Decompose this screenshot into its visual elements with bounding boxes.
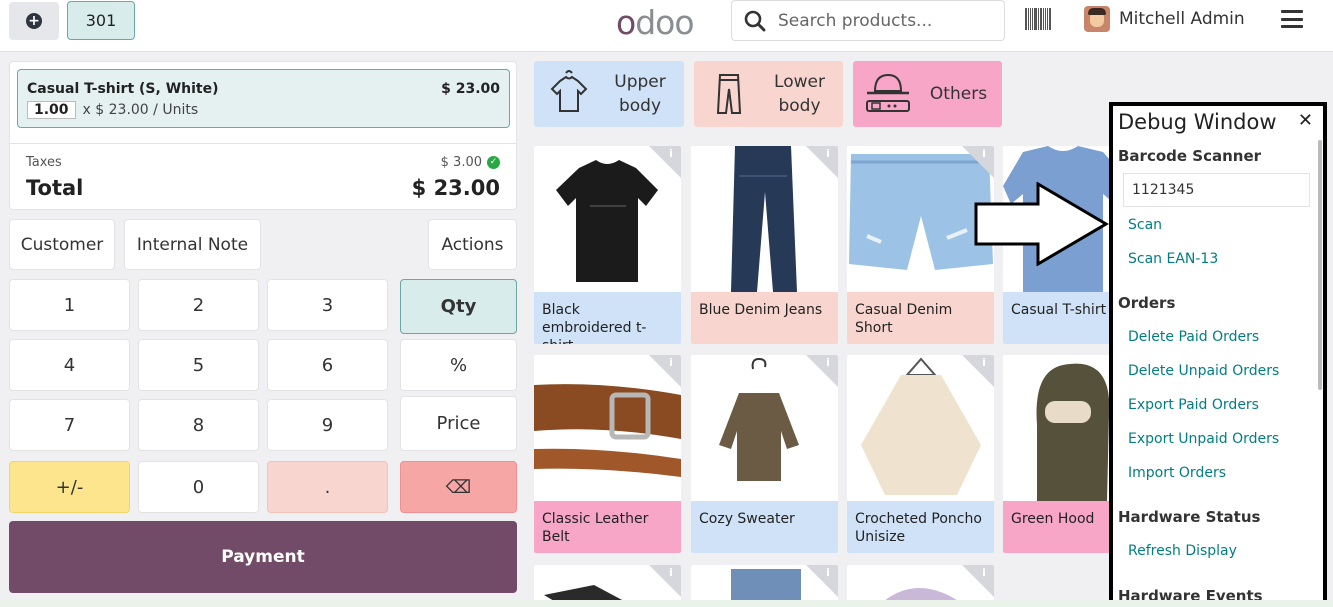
delete-unpaid-orders-button[interactable]: Delete Unpaid Orders	[1128, 363, 1279, 379]
sign-toggle-button[interactable]: +/-	[9, 461, 130, 513]
category-others[interactable]: Others	[853, 61, 1002, 127]
total-label: Total	[26, 176, 84, 200]
bottom-strip	[0, 600, 1333, 607]
order-line-name: Casual T-shirt (S, White)	[27, 81, 219, 97]
category-label: Upper body	[614, 72, 666, 116]
info-icon[interactable]: i	[978, 567, 990, 579]
product-card[interactable]: i Blue Denim Jeans	[691, 146, 838, 344]
top-bar: + 301 odoo Mitchell Admin	[0, 0, 1333, 52]
customer-button[interactable]: Customer	[9, 219, 115, 270]
import-orders-button[interactable]: Import Orders	[1128, 465, 1226, 481]
category-label: Others	[929, 84, 988, 104]
info-icon[interactable]: i	[665, 148, 677, 160]
backspace-button[interactable]: ⌫	[400, 461, 517, 513]
qty-mode-button[interactable]: Qty	[400, 279, 517, 334]
scrollbar[interactable]	[1318, 140, 1322, 390]
numpad-2[interactable]: 2	[138, 279, 259, 331]
numpad-7[interactable]: 7	[9, 399, 130, 451]
numpad-0[interactable]: 0	[138, 461, 259, 513]
order-line-price: $ 23.00	[441, 81, 500, 97]
order-summary: Casual T-shirt (S, White) $ 23.00 1.00 x…	[9, 61, 517, 210]
info-icon[interactable]: i	[665, 567, 677, 579]
pointer-arrow	[974, 182, 1109, 266]
hardware-status-heading: Hardware Status	[1118, 508, 1261, 526]
product-name: Cozy Sweater	[691, 501, 838, 553]
info-icon[interactable]: i	[822, 357, 834, 369]
product-card[interactable]: i Crocheted Poncho Unisize	[847, 355, 994, 553]
info-icon[interactable]: i	[665, 357, 677, 369]
order-line[interactable]: Casual T-shirt (S, White) $ 23.00 1.00 x…	[17, 69, 510, 128]
scan-button[interactable]: Scan	[1128, 217, 1162, 233]
check-icon: ✓	[487, 156, 500, 169]
product-card[interactable]: i Black embroidered t-shirt	[534, 146, 681, 344]
divider	[10, 143, 516, 144]
orders-heading: Orders	[1118, 294, 1176, 312]
pants-icon	[716, 74, 742, 114]
actions-button[interactable]: Actions	[428, 219, 517, 270]
product-name: Casual Denim Short	[847, 292, 994, 344]
odoo-logo: odoo	[616, 3, 695, 42]
new-order-button[interactable]: +	[9, 2, 59, 40]
info-icon[interactable]: i	[822, 148, 834, 160]
taxes-label: Taxes	[26, 155, 62, 170]
tshirt-icon	[550, 70, 588, 112]
decimal-button[interactable]: .	[267, 461, 388, 513]
numpad-8[interactable]: 8	[138, 399, 259, 451]
discount-mode-button[interactable]: %	[400, 339, 517, 391]
refresh-display-button[interactable]: Refresh Display	[1128, 543, 1237, 559]
menu-icon[interactable]	[1281, 10, 1303, 28]
search-bar[interactable]	[731, 0, 1005, 41]
scan-ean13-button[interactable]: Scan EAN-13	[1128, 251, 1218, 267]
category-upper-body[interactable]: Upper body	[534, 61, 684, 127]
close-icon[interactable]: ✕	[1298, 110, 1313, 131]
product-card[interactable]: i Casual Denim Short	[847, 146, 994, 344]
barcode-icon[interactable]	[1025, 8, 1052, 30]
debug-window: Debug Window ✕ Barcode Scanner Scan Scan…	[1109, 102, 1327, 607]
debug-title: Debug Window	[1118, 110, 1277, 134]
search-icon	[744, 10, 766, 31]
numpad-4[interactable]: 4	[9, 339, 130, 391]
info-icon[interactable]: i	[978, 357, 990, 369]
price-mode-button[interactable]: Price	[400, 396, 517, 451]
table-button[interactable]: 301	[67, 1, 135, 40]
order-line-qty: 1.00	[27, 101, 76, 119]
avatar	[1084, 6, 1110, 32]
taxes-value: $ 3.00	[440, 155, 482, 170]
internal-note-button[interactable]: Internal Note	[124, 219, 261, 270]
order-line-unit: x $ 23.00 / Units	[82, 102, 199, 118]
user-name: Mitchell Admin	[1119, 9, 1245, 29]
user-menu[interactable]: Mitchell Admin	[1084, 6, 1245, 32]
numpad-6[interactable]: 6	[267, 339, 388, 391]
info-icon[interactable]: i	[822, 567, 834, 579]
plus-icon: +	[26, 13, 42, 29]
payment-button[interactable]: Payment	[9, 521, 517, 593]
info-icon[interactable]: i	[978, 148, 990, 160]
product-name: Classic Leather Belt	[534, 501, 681, 553]
product-card[interactable]: i Classic Leather Belt	[534, 355, 681, 553]
export-paid-orders-button[interactable]: Export Paid Orders	[1128, 397, 1259, 413]
product-name: Crocheted Poncho Unisize	[847, 501, 994, 553]
hat-belt-icon	[866, 73, 910, 112]
category-lower-body[interactable]: Lower body	[694, 61, 843, 127]
barcode-input[interactable]	[1123, 173, 1310, 207]
numpad-1[interactable]: 1	[9, 279, 130, 331]
product-name: Blue Denim Jeans	[691, 292, 838, 344]
product-card[interactable]: i Cozy Sweater	[691, 355, 838, 553]
product-name: Black embroidered t-shirt	[534, 292, 681, 344]
total-value: $ 23.00	[411, 176, 500, 200]
delete-paid-orders-button[interactable]: Delete Paid Orders	[1128, 329, 1259, 345]
search-input[interactable]	[778, 10, 998, 31]
category-label: Lower body	[774, 72, 825, 116]
export-unpaid-orders-button[interactable]: Export Unpaid Orders	[1128, 431, 1279, 447]
numpad-5[interactable]: 5	[138, 339, 259, 391]
barcode-scanner-heading: Barcode Scanner	[1118, 147, 1262, 165]
numpad-9[interactable]: 9	[267, 399, 388, 451]
numpad-3[interactable]: 3	[267, 279, 388, 331]
